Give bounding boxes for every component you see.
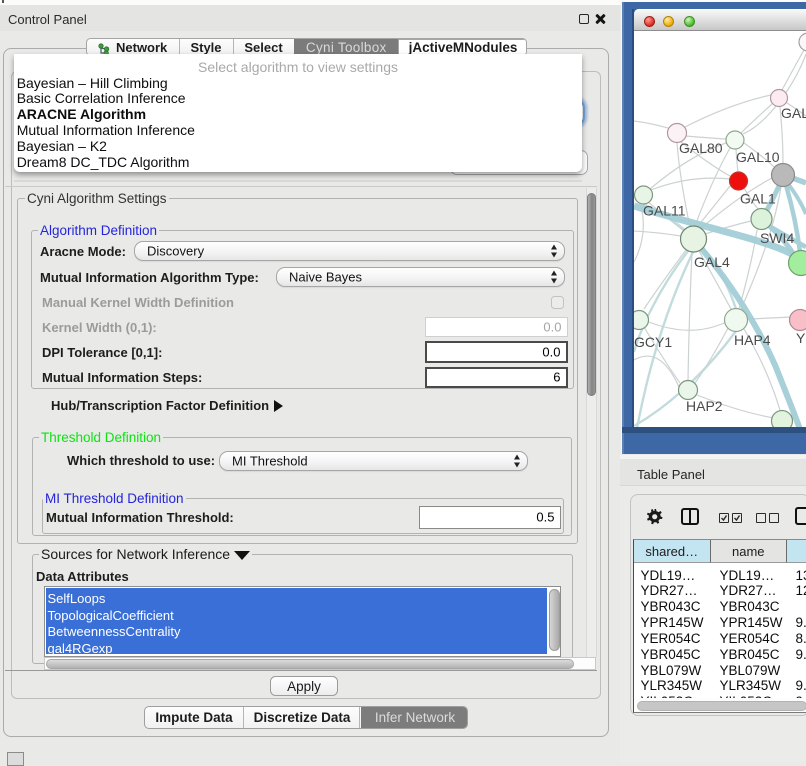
svg-text:HAP2: HAP2 bbox=[686, 398, 723, 414]
svg-text:GAL1: GAL1 bbox=[740, 191, 776, 207]
svg-text:GAL4: GAL4 bbox=[694, 254, 730, 270]
svg-text:GAL11: GAL11 bbox=[643, 203, 686, 219]
svg-text:SWI4: SWI4 bbox=[760, 230, 794, 246]
svg-text:GAL: GAL bbox=[781, 105, 806, 121]
svg-text:GAL80: GAL80 bbox=[679, 140, 723, 156]
svg-text:GCY1: GCY1 bbox=[634, 334, 672, 350]
svg-text:GAL10: GAL10 bbox=[736, 149, 780, 165]
svg-text:HAP4: HAP4 bbox=[734, 332, 771, 348]
svg-text:Y: Y bbox=[796, 330, 806, 346]
